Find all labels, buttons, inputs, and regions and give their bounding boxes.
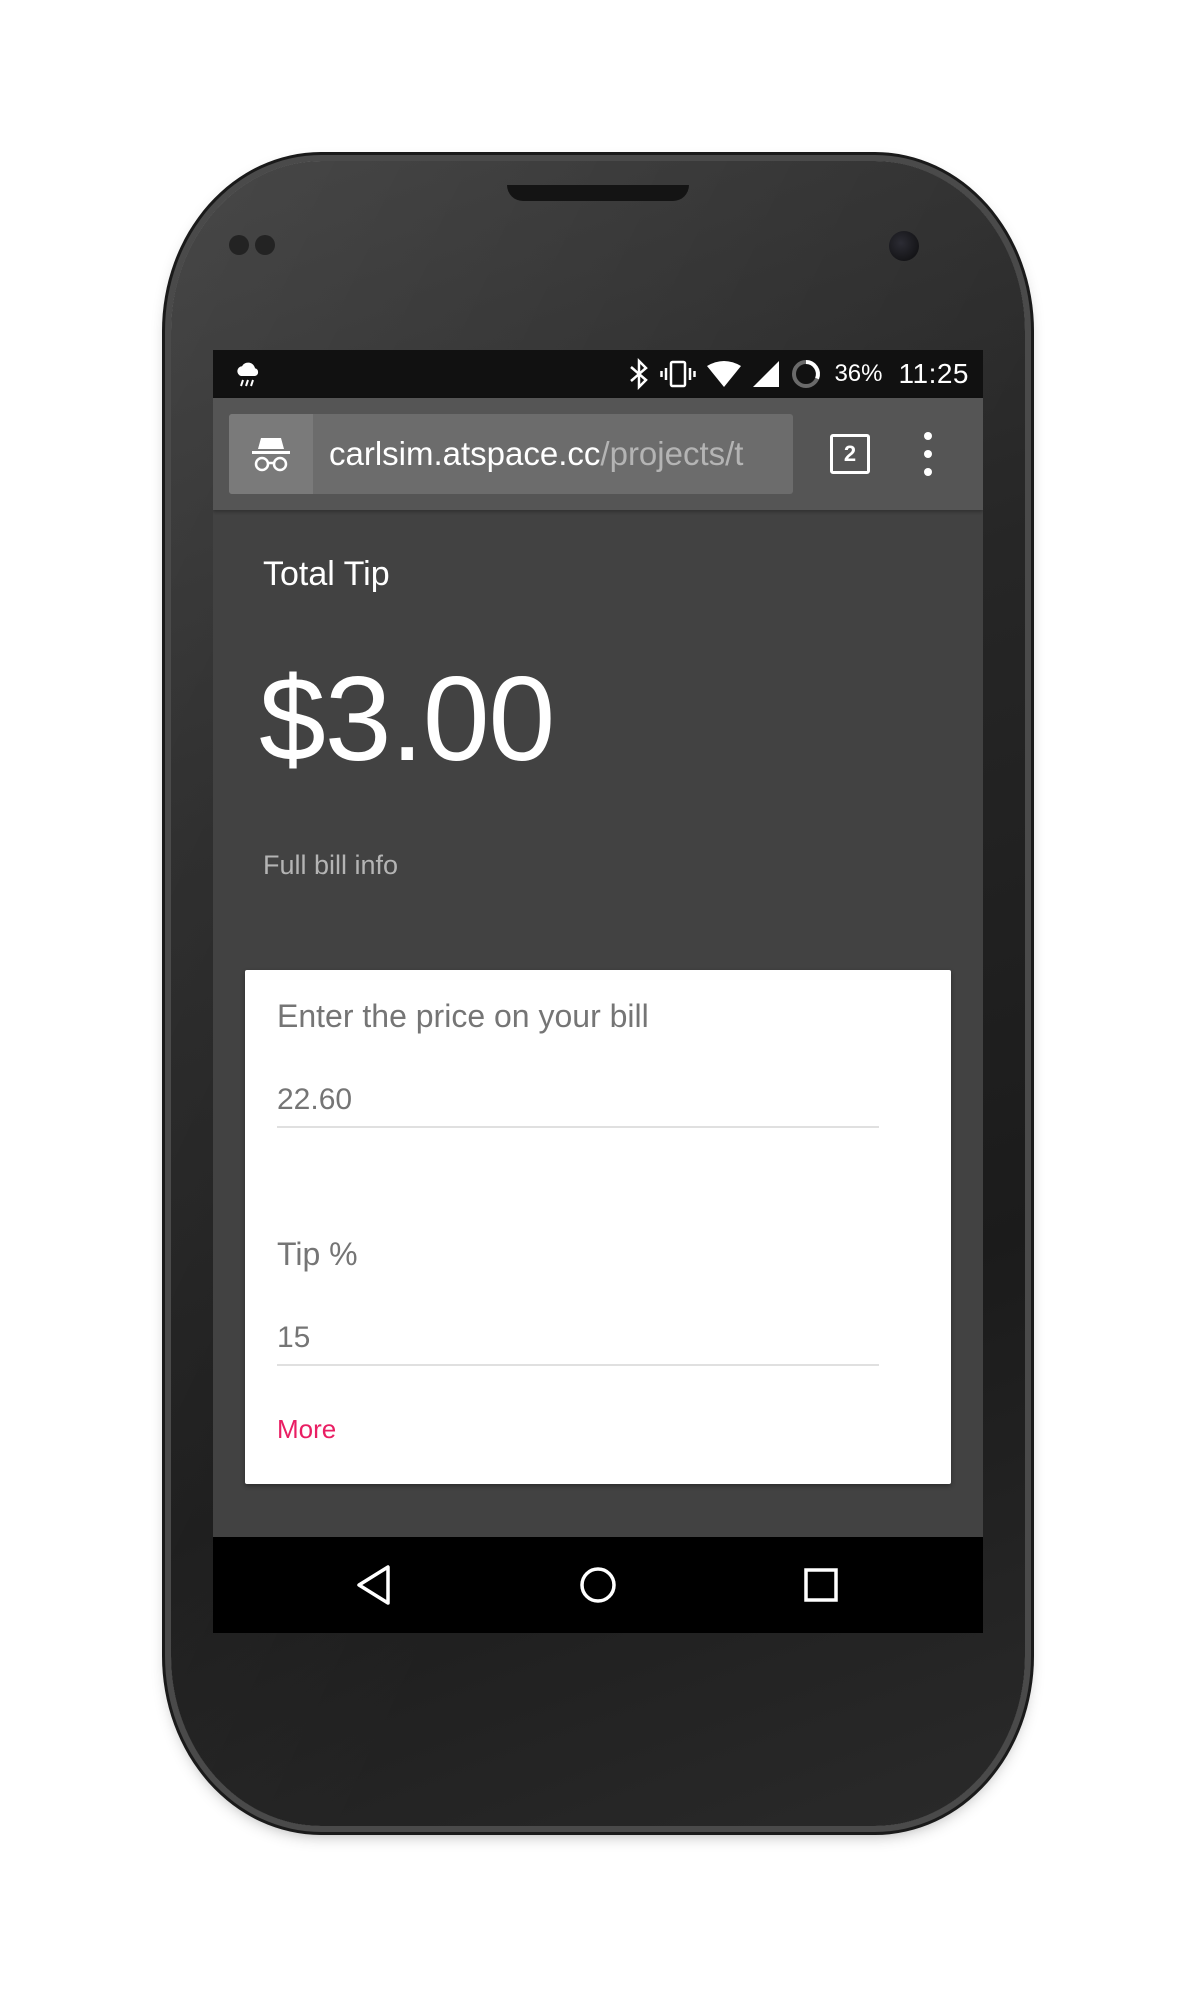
incognito-icon [252, 438, 290, 472]
browser-toolbar: carlsim.atspace.cc/projects/t 2 [213, 398, 983, 510]
total-tip-amount: $3.00 [259, 652, 555, 786]
wifi-icon [707, 361, 742, 387]
status-bar: 36% 11:25 [213, 350, 983, 398]
bluetooth-icon [630, 358, 649, 390]
bill-price-label: Enter the price on your bill [277, 998, 649, 1034]
tab-count: 2 [843, 441, 857, 466]
recents-icon [804, 1568, 838, 1602]
battery-percent: 36% [834, 360, 883, 387]
light-sensor [255, 235, 275, 255]
battery-icon [792, 360, 821, 388]
phone-screen: 36% 11:25 carlsim.atspace.cc/projects/t … [213, 350, 983, 1633]
clock: 11:25 [898, 358, 969, 389]
status-icons: 36% 11:25 [628, 350, 969, 398]
tip-percent-label: Tip % [277, 1236, 358, 1272]
bill-price-input[interactable] [277, 1074, 879, 1128]
weather-rain-icon [237, 362, 259, 387]
system-nav-bar [213, 1537, 983, 1633]
omnibox[interactable]: carlsim.atspace.cc/projects/t [229, 414, 793, 494]
proximity-sensor [229, 235, 249, 255]
back-button[interactable] [350, 1561, 398, 1609]
tip-percent-input[interactable] [277, 1312, 879, 1366]
front-camera [889, 231, 919, 261]
tip-form-card: Enter the price on your bill Tip % More [245, 970, 951, 1484]
incognito-badge [229, 414, 313, 494]
vibrate-icon [660, 360, 697, 388]
earpiece-speaker [507, 185, 689, 201]
url-path: /projects/t [600, 435, 744, 472]
cell-signal-icon [753, 361, 780, 387]
overflow-menu-icon[interactable] [918, 432, 938, 476]
home-icon [580, 1567, 616, 1603]
recents-button[interactable] [797, 1561, 845, 1609]
more-link[interactable]: More [277, 1414, 336, 1445]
tab-switcher-button[interactable]: 2 [830, 434, 870, 474]
back-icon [357, 1565, 390, 1605]
home-button[interactable] [574, 1561, 622, 1609]
url-host: carlsim.atspace.cc [329, 435, 601, 472]
full-bill-info-link[interactable]: Full bill info [263, 850, 398, 881]
total-tip-label: Total Tip [263, 555, 390, 593]
url-text[interactable]: carlsim.atspace.cc/projects/t [329, 414, 785, 494]
